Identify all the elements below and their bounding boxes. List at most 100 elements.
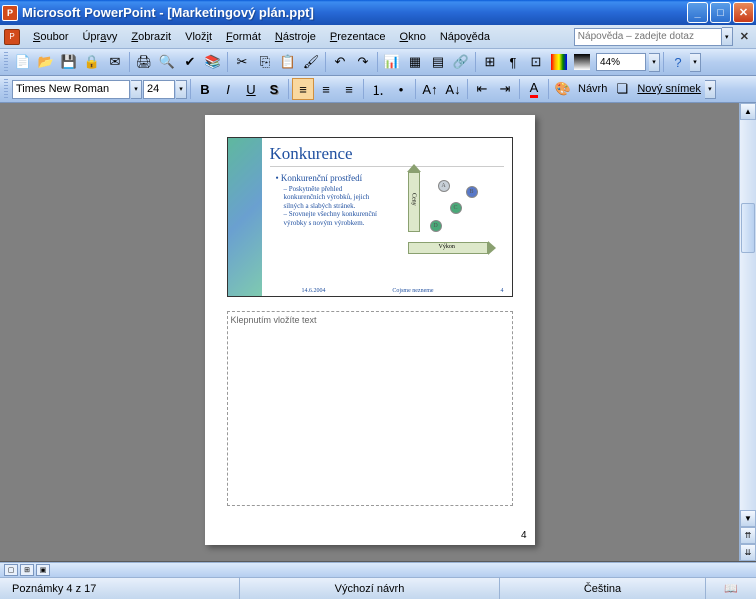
- menu-okno[interactable]: Okno: [393, 28, 433, 46]
- next-slide-button[interactable]: ⇊: [740, 544, 756, 561]
- grid-icon[interactable]: ⊡: [525, 51, 547, 73]
- numbered-list-button[interactable]: ⒈: [367, 78, 389, 100]
- sorter-view-button[interactable]: ⊞: [20, 564, 34, 576]
- status-lang[interactable]: Čeština: [500, 578, 706, 599]
- format-toolbar: ▾ ▾ B I U S ≡ ≡ ≡ ⒈ • A↑ A↓ ⇤ ⇥ A 🎨 Návr…: [0, 76, 756, 103]
- bullet-level2: – Srovnejte všechny konkurenční výrobky …: [284, 210, 379, 227]
- new-slide-button[interactable]: ❏: [611, 78, 633, 100]
- italic-button[interactable]: I: [217, 78, 239, 100]
- shadow-button[interactable]: S: [263, 78, 285, 100]
- scroll-down-button[interactable]: ▼: [740, 510, 756, 527]
- bullet-list-button[interactable]: •: [390, 78, 412, 100]
- research-icon[interactable]: 📚: [202, 51, 224, 73]
- statusbar: Poznámky 4 z 17 Výchozí návrh Čeština 📖: [0, 578, 756, 599]
- menubar: P Soubor Úpravy Zobrazit Vložit Formát N…: [0, 25, 756, 49]
- maximize-button[interactable]: □: [710, 2, 731, 23]
- zoom-dropdown[interactable]: ▾: [649, 53, 660, 72]
- slideshow-button[interactable]: ▣: [36, 564, 50, 576]
- window-title: Microsoft PowerPoint - [Marketingový plá…: [22, 5, 687, 20]
- notes-placeholder[interactable]: Klepnutím vložíte text: [227, 311, 513, 506]
- save-icon[interactable]: 💾: [58, 51, 80, 73]
- menu-soubor[interactable]: Soubor: [26, 28, 75, 46]
- menu-nastroje[interactable]: Nástroje: [268, 28, 323, 46]
- format-painter-icon[interactable]: 🖌: [300, 51, 322, 73]
- menu-prezentace[interactable]: Prezentace: [323, 28, 393, 46]
- table-icon[interactable]: ▦: [404, 51, 426, 73]
- design-button[interactable]: 🎨: [552, 78, 574, 100]
- preview-icon[interactable]: 🔍: [156, 51, 178, 73]
- copy-icon[interactable]: ⎘: [254, 51, 276, 73]
- chart-icon[interactable]: 📊: [381, 51, 403, 73]
- titlebar: P Microsoft PowerPoint - [Marketingový p…: [0, 0, 756, 25]
- show-format-icon[interactable]: ¶: [502, 51, 524, 73]
- increase-indent-button[interactable]: ⇥: [494, 78, 516, 100]
- print-icon[interactable]: 🖨: [133, 51, 155, 73]
- spell-icon[interactable]: ✔: [179, 51, 201, 73]
- font-dropdown[interactable]: ▾: [131, 80, 142, 99]
- paste-icon[interactable]: 📋: [277, 51, 299, 73]
- help-dropdown[interactable]: ▾: [722, 27, 733, 46]
- menu-napoveda[interactable]: Nápověda: [433, 28, 497, 46]
- new-slide-label[interactable]: Nový snímek: [634, 83, 704, 95]
- align-right-button[interactable]: ≡: [338, 78, 360, 100]
- prev-slide-button[interactable]: ⇈: [740, 527, 756, 544]
- color-icon[interactable]: [548, 51, 570, 73]
- menu-zobrazit[interactable]: Zobrazit: [124, 28, 178, 46]
- status-design: Výchozí návrh: [240, 578, 500, 599]
- toolbar-grip[interactable]: [4, 52, 8, 72]
- permission-icon[interactable]: 🔒: [81, 51, 103, 73]
- undo-icon[interactable]: ↶: [329, 51, 351, 73]
- slide-decoration: [228, 138, 262, 296]
- workspace: Konkurence • Konkurenční prostředí – Pos…: [0, 103, 756, 562]
- hyperlink-icon[interactable]: 🔗: [450, 51, 472, 73]
- bold-button[interactable]: B: [194, 78, 216, 100]
- size-dropdown[interactable]: ▾: [176, 80, 187, 99]
- align-center-button[interactable]: ≡: [315, 78, 337, 100]
- redo-icon[interactable]: ↷: [352, 51, 374, 73]
- vertical-scrollbar[interactable]: ▲ ▼ ⇈ ⇊: [739, 103, 756, 561]
- menu-format[interactable]: Formát: [219, 28, 268, 46]
- font-color-button[interactable]: A: [523, 78, 545, 100]
- close-button[interactable]: ✕: [733, 2, 754, 23]
- align-left-button[interactable]: ≡: [292, 78, 314, 100]
- slide-thumbnail[interactable]: Konkurence • Konkurenční prostředí – Pos…: [227, 137, 513, 297]
- help-icon[interactable]: ?: [667, 51, 689, 73]
- toolbar-grip[interactable]: [4, 79, 8, 99]
- app-icon: P: [2, 5, 18, 21]
- underline-button[interactable]: U: [240, 78, 262, 100]
- menu-vlozit[interactable]: Vložit: [178, 28, 219, 46]
- view-bar: ▢ ⊞ ▣: [0, 562, 756, 578]
- doc-close-button[interactable]: ✕: [737, 30, 752, 43]
- increase-font-button[interactable]: A↑: [419, 78, 441, 100]
- slide-title: Konkurence: [270, 144, 504, 167]
- decrease-font-button[interactable]: A↓: [442, 78, 464, 100]
- doc-icon[interactable]: P: [4, 29, 20, 45]
- font-name-input[interactable]: [12, 80, 130, 99]
- slide-chart: Ceny A B C D Výkon: [388, 172, 498, 262]
- font-size-input[interactable]: [143, 80, 175, 99]
- open-icon[interactable]: 📂: [35, 51, 57, 73]
- email-icon[interactable]: ✉: [104, 51, 126, 73]
- status-spell-icon[interactable]: 📖: [706, 578, 756, 599]
- new-icon[interactable]: 📄: [12, 51, 34, 73]
- minimize-button[interactable]: _: [687, 2, 708, 23]
- decrease-indent-button[interactable]: ⇤: [471, 78, 493, 100]
- format-options[interactable]: ▾: [705, 80, 716, 99]
- design-label[interactable]: Návrh: [575, 83, 610, 95]
- cut-icon[interactable]: ✂: [231, 51, 253, 73]
- tables-borders-icon[interactable]: ▤: [427, 51, 449, 73]
- page-number: 4: [521, 530, 527, 541]
- scroll-up-button[interactable]: ▲: [740, 103, 756, 120]
- toolbar-options[interactable]: ▾: [690, 53, 701, 72]
- scroll-thumb[interactable]: [741, 203, 755, 253]
- menu-upravy[interactable]: Úpravy: [75, 28, 124, 46]
- zoom-input[interactable]: [596, 53, 646, 71]
- notes-page[interactable]: Konkurence • Konkurenční prostředí – Pos…: [205, 115, 535, 545]
- normal-view-button[interactable]: ▢: [4, 564, 18, 576]
- standard-toolbar: 📄 📂 💾 🔒 ✉ 🖨 🔍 ✔ 📚 ✂ ⎘ 📋 🖌 ↶ ↷ 📊 ▦ ▤ 🔗 ⊞ …: [0, 49, 756, 76]
- status-slide: Poznámky 4 z 17: [0, 578, 240, 599]
- bullet-level2: – Poskytněte přehled konkurenčních výrob…: [284, 185, 379, 210]
- expand-icon[interactable]: ⊞: [479, 51, 501, 73]
- grayscale-icon[interactable]: [571, 51, 593, 73]
- help-search-input[interactable]: [574, 28, 722, 46]
